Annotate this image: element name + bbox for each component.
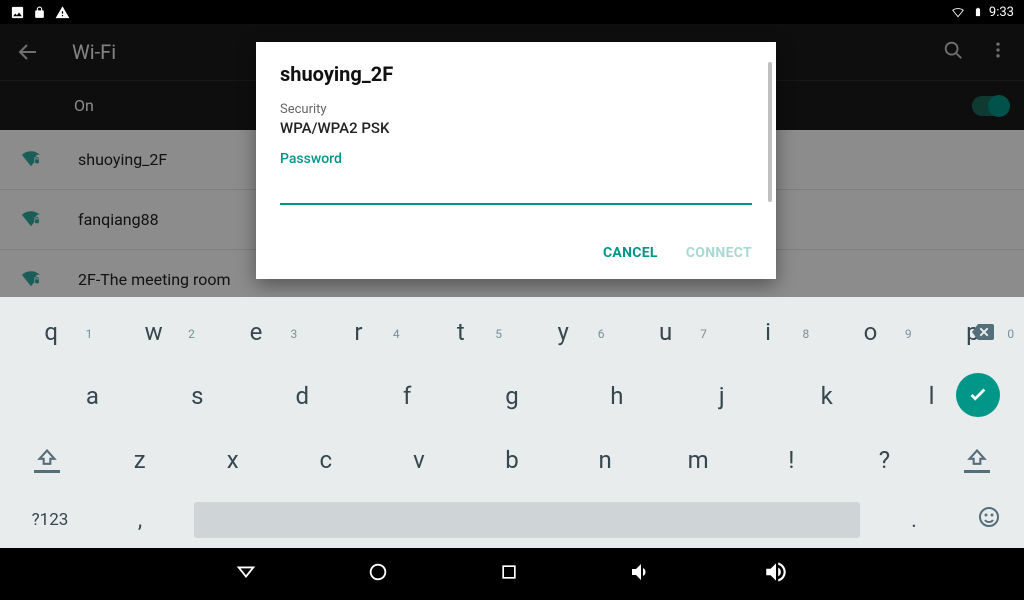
key-z[interactable]: z [93, 431, 186, 489]
period-key[interactable]: . [874, 508, 954, 533]
key-r[interactable]: r4 [307, 303, 409, 361]
key-m[interactable]: m [652, 431, 745, 489]
image-icon [10, 5, 25, 20]
more-icon[interactable] [988, 40, 1008, 64]
key-?[interactable]: ? [838, 431, 931, 489]
key-b[interactable]: b [465, 431, 558, 489]
key-s[interactable]: s [145, 367, 250, 425]
space-key[interactable] [194, 502, 860, 538]
page-title: Wi-Fi [72, 40, 116, 64]
key-v[interactable]: v [372, 431, 465, 489]
wifi-lock-icon [20, 209, 44, 231]
key-g[interactable]: g [460, 367, 565, 425]
nav-recent-icon[interactable] [499, 562, 519, 586]
backspace-key[interactable] [958, 315, 1006, 349]
dialog-title: shuoying_2F [280, 62, 752, 86]
connect-button[interactable]: CONNECT [686, 245, 752, 261]
security-label: Security [280, 102, 752, 117]
security-value: WPA/WPA2 PSK [280, 119, 752, 137]
password-input[interactable] [280, 169, 752, 205]
shift-key[interactable] [0, 431, 93, 489]
wifi-lock-icon [20, 149, 44, 171]
shift-key[interactable] [931, 431, 1024, 489]
key-i[interactable]: i8 [717, 303, 819, 361]
network-ssid: 2F-The meeting room [78, 270, 231, 289]
symbols-key[interactable]: ?123 [0, 510, 100, 530]
wifi-connect-dialog: shuoying_2F Security WPA/WPA2 PSK Passwo… [256, 42, 776, 279]
lock-icon [33, 5, 46, 20]
password-label: Password [280, 151, 752, 167]
status-time: 9:33 [989, 5, 1014, 20]
cancel-button[interactable]: CANCEL [603, 245, 658, 261]
key-c[interactable]: c [279, 431, 372, 489]
key-e[interactable]: e3 [205, 303, 307, 361]
warning-icon [54, 5, 71, 20]
battery-icon [973, 4, 983, 20]
wifi-toggle-label: On [74, 96, 94, 115]
navigation-bar [0, 548, 1024, 600]
key-y[interactable]: y6 [512, 303, 614, 361]
volume-up-icon[interactable] [763, 559, 789, 589]
status-bar: 9:33 [0, 0, 1024, 24]
nav-back-icon[interactable] [235, 561, 257, 587]
key-t[interactable]: t5 [410, 303, 512, 361]
key-x[interactable]: x [186, 431, 279, 489]
key-n[interactable]: n [559, 431, 652, 489]
key-u[interactable]: u7 [614, 303, 716, 361]
network-ssid: shuoying_2F [78, 150, 167, 169]
key-d[interactable]: d [250, 367, 355, 425]
key-f[interactable]: f [355, 367, 460, 425]
wifi-status-icon [949, 5, 967, 19]
comma-key[interactable]: , [100, 508, 180, 533]
key-h[interactable]: h [564, 367, 669, 425]
wifi-lock-icon [20, 269, 44, 291]
key-a[interactable]: a [40, 367, 145, 425]
enter-key[interactable] [956, 373, 1000, 417]
key-q[interactable]: q1 [0, 303, 102, 361]
wifi-switch[interactable] [972, 96, 1008, 116]
network-ssid: fanqiang88 [78, 210, 159, 229]
key-o[interactable]: o9 [819, 303, 921, 361]
volume-down-icon[interactable] [629, 560, 653, 588]
search-icon[interactable] [942, 39, 964, 65]
back-icon[interactable] [16, 40, 40, 64]
emoji-key[interactable] [954, 505, 1024, 535]
key-k[interactable]: k [774, 367, 879, 425]
soft-keyboard: q1w2e3r4t5y6u7i8o9p0 asdfghjkl zxcvbnm!?… [0, 297, 1024, 548]
nav-home-icon[interactable] [367, 561, 389, 587]
key-w[interactable]: w2 [102, 303, 204, 361]
key-![interactable]: ! [745, 431, 838, 489]
scroll-indicator [768, 62, 772, 202]
key-j[interactable]: j [669, 367, 774, 425]
